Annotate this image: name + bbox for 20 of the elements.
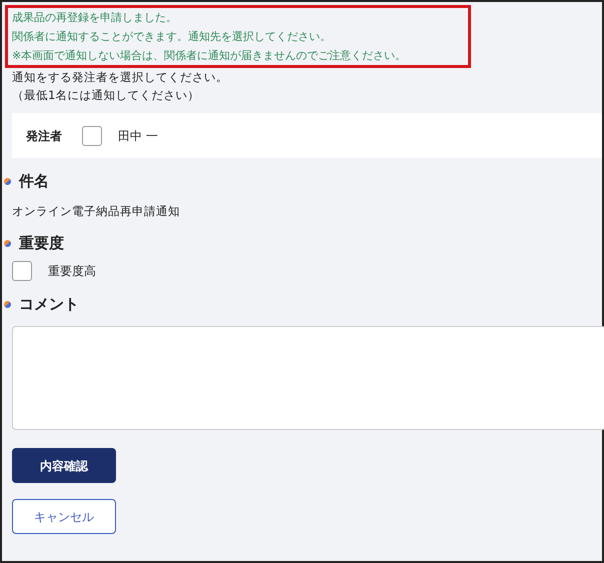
notice-text: 成果品の再登録を申請しました。 <box>12 10 178 26</box>
instruction-text: （最低1名には通知してください） <box>12 87 200 104</box>
recipient-label: 発注者 <box>26 128 63 144</box>
bullet-icon <box>4 300 11 308</box>
bullet-icon <box>4 178 11 184</box>
notice-text: ※本画面で通知しない場合は、関係者に通知が届きませんのでご注意ください。 <box>12 48 408 64</box>
section-heading: コメント <box>19 294 79 314</box>
notice-text: 関係者に通知することができます。通知先を選択してください。 <box>12 29 332 45</box>
cancel-button[interactable]: キャンセル <box>12 499 116 534</box>
checkbox-label[interactable]: 重要度高 <box>48 262 96 280</box>
checkbox[interactable] <box>82 126 102 146</box>
recipient-name[interactable]: 田中 一 <box>118 126 158 144</box>
instruction-text: 通知をする発注者を選択してください。 <box>12 69 229 86</box>
subject-text: オンライン電子納品再申請通知 <box>12 203 181 220</box>
checkbox[interactable] <box>12 261 32 282</box>
bullet-icon <box>4 240 11 247</box>
confirm-button[interactable]: 内容確認 <box>12 448 116 484</box>
section-heading: 件名 <box>19 171 49 191</box>
section-heading: 重要度 <box>19 233 64 254</box>
comment-field[interactable] <box>12 326 604 430</box>
